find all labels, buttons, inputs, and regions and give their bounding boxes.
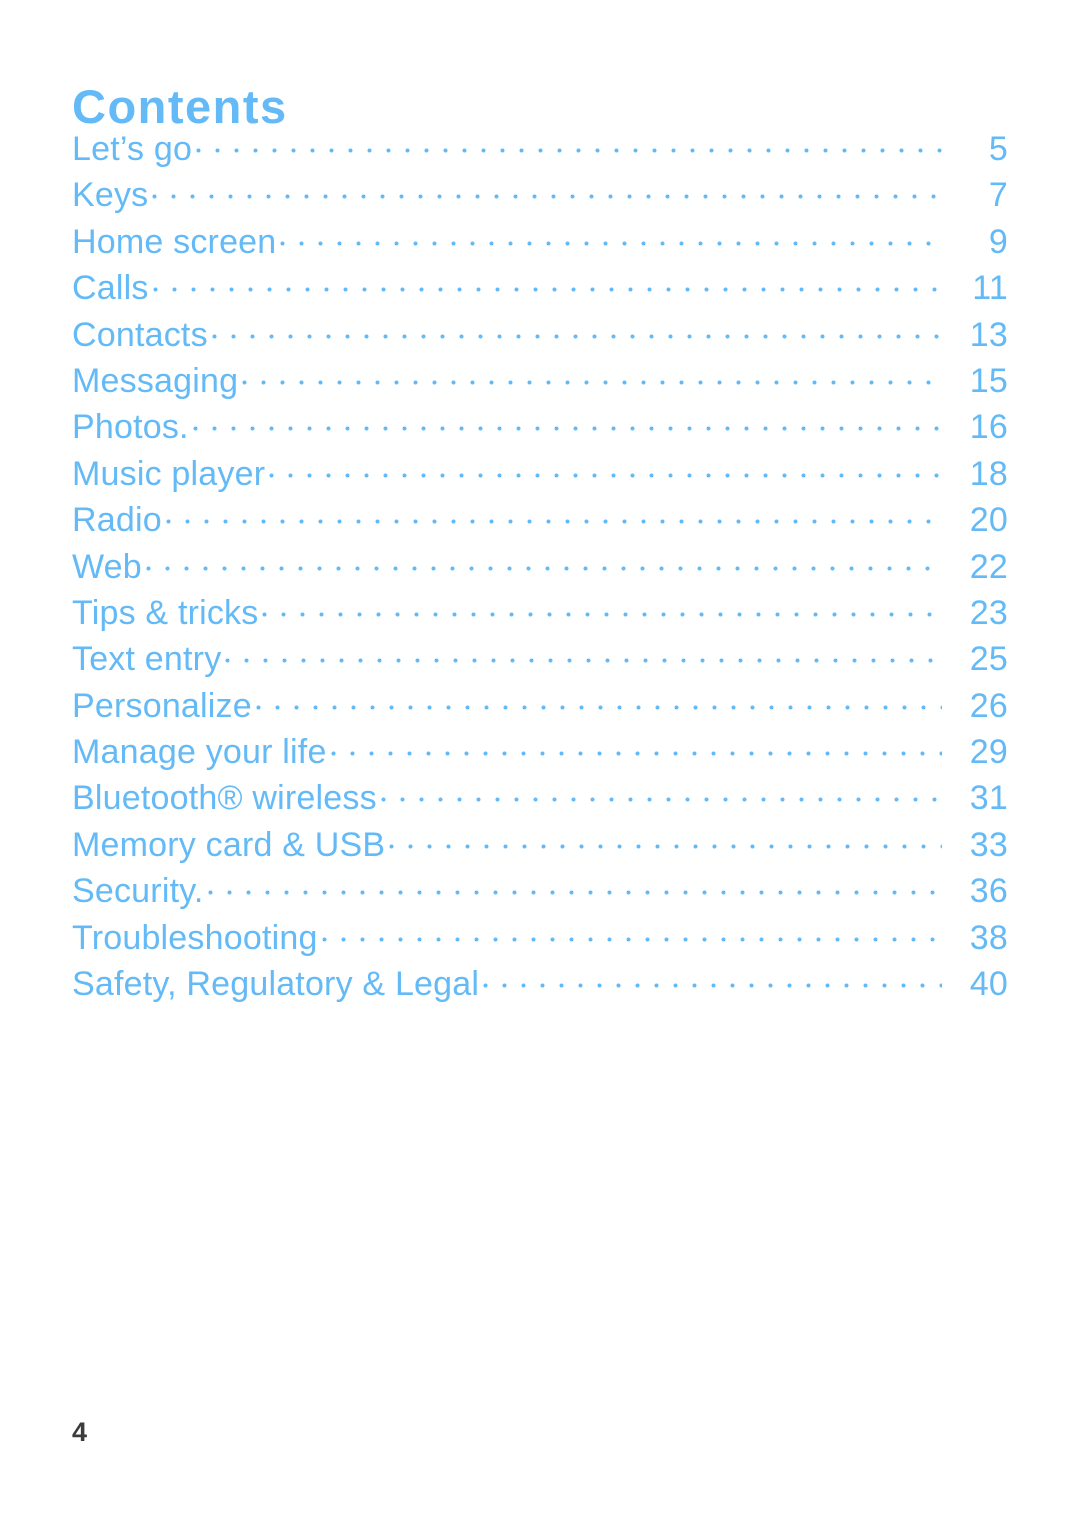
toc-entry-page-number: 11: [972, 269, 1008, 308]
toc-entry[interactable]: Bluetooth® wireless 31: [72, 775, 1008, 821]
toc-dot-leader: [165, 497, 942, 531]
toc-entry-page-number: 16: [969, 408, 1008, 447]
toc-dot-leader: [196, 126, 942, 160]
toc-entry-page-number: 7: [988, 176, 1008, 215]
toc-entry[interactable]: Web 22: [72, 544, 1008, 590]
toc-dot-leader: [321, 915, 942, 949]
toc-entry[interactable]: Let’s go 5: [72, 126, 1008, 172]
toc-dot-leader: [255, 683, 942, 717]
toc-entry[interactable]: Security. 36: [72, 868, 1008, 914]
toc-dot-leader: [262, 590, 942, 624]
toc-dot-leader: [380, 775, 942, 809]
toc-entry-page-number: 20: [969, 501, 1008, 540]
toc-entry-label: Radio: [72, 501, 162, 540]
toc-entry-label: Troubleshooting: [72, 918, 318, 957]
toc-entry-page-number: 13: [969, 315, 1008, 354]
toc-entry[interactable]: Personalize 26: [72, 683, 1008, 729]
toc-entry[interactable]: Memory card & USB 33: [72, 822, 1008, 868]
toc-dot-leader: [389, 822, 942, 856]
toc-entry-page-number: 40: [969, 965, 1008, 1004]
toc-dot-leader: [483, 961, 942, 995]
toc-entry-label: Text entry: [72, 640, 222, 679]
toc-dot-leader: [152, 265, 942, 299]
toc-entry-label: Safety, Regulatory & Legal: [72, 965, 480, 1004]
toc-entry[interactable]: Manage your life 29: [72, 729, 1008, 775]
toc-entry-page-number: 36: [969, 872, 1008, 911]
toc-entry-page-number: 38: [969, 918, 1008, 957]
toc-entry[interactable]: Troubleshooting 38: [72, 915, 1008, 961]
toc-entry[interactable]: Photos. 16: [72, 404, 1008, 450]
toc-entry-page-number: 23: [969, 593, 1008, 632]
toc-dot-leader: [280, 219, 942, 253]
toc-entry-page-number: 26: [969, 686, 1008, 725]
toc-entry-page-number: 5: [988, 130, 1008, 168]
toc-entry[interactable]: Radio 20: [72, 497, 1008, 543]
toc-entry-label: Messaging: [72, 361, 239, 400]
toc-entry-label: Photos.: [72, 408, 189, 447]
toc-dot-leader: [192, 404, 942, 438]
toc-entry-label: Memory card & USB: [72, 825, 386, 864]
toc-entry-page-number: 18: [969, 454, 1008, 493]
toc-entry-label: Let’s go: [72, 130, 193, 168]
toc-entry-label: Tips & tricks: [72, 593, 259, 632]
toc-entry-label: Contacts: [72, 315, 208, 354]
contents-page: Contents Let’s go 5 Keys 7 Home screen 9 Calls…: [0, 0, 1080, 1532]
toc-entry-page-number: 31: [969, 779, 1008, 818]
toc-dot-leader: [242, 358, 942, 392]
toc-dot-leader: [207, 868, 942, 902]
footer-page-number: 4: [72, 1417, 88, 1447]
toc-entry-label: Manage your life: [72, 733, 327, 772]
toc-entry[interactable]: Home screen 9: [72, 219, 1008, 265]
toc-entry[interactable]: Safety, Regulatory & Legal 40: [72, 961, 1008, 1007]
toc-entry[interactable]: Contacts 13: [72, 312, 1008, 358]
toc-entry-page-number: 33: [969, 825, 1008, 864]
toc-entry-page-number: 25: [969, 640, 1008, 679]
toc-entry-label: Calls: [72, 269, 149, 308]
toc-entry-label: Security.: [72, 872, 204, 911]
toc-entry-label: Keys: [72, 176, 149, 215]
toc-entry-label: Web: [72, 547, 142, 586]
toc-entry-page-number: 29: [969, 733, 1008, 772]
toc-entry[interactable]: Keys 7: [72, 172, 1008, 218]
toc-dot-leader: [225, 636, 942, 670]
toc-dot-leader: [269, 451, 942, 485]
table-of-contents: Let’s go 5 Keys 7 Home screen 9 Calls 11 Contact…: [72, 126, 1008, 1007]
page-title: Contents: [72, 80, 288, 134]
toc-entry[interactable]: Text entry 25: [72, 636, 1008, 682]
toc-entry-label: Music player: [72, 454, 266, 493]
toc-entry[interactable]: Messaging 15: [72, 358, 1008, 404]
toc-entry-label: Bluetooth® wireless: [72, 779, 377, 818]
toc-dot-leader: [330, 729, 942, 763]
toc-entry-page-number: 22: [969, 547, 1008, 586]
toc-dot-leader: [145, 544, 942, 578]
toc-dot-leader: [152, 172, 942, 206]
toc-entry-page-number: 15: [969, 361, 1008, 400]
toc-entry[interactable]: Music player 18: [72, 451, 1008, 497]
toc-entry[interactable]: Tips & tricks 23: [72, 590, 1008, 636]
toc-entry[interactable]: Calls 11: [72, 265, 1008, 311]
toc-dot-leader: [211, 312, 942, 346]
toc-entry-label: Home screen: [72, 222, 277, 261]
toc-entry-label: Personalize: [72, 686, 252, 725]
toc-entry-page-number: 9: [988, 222, 1008, 261]
